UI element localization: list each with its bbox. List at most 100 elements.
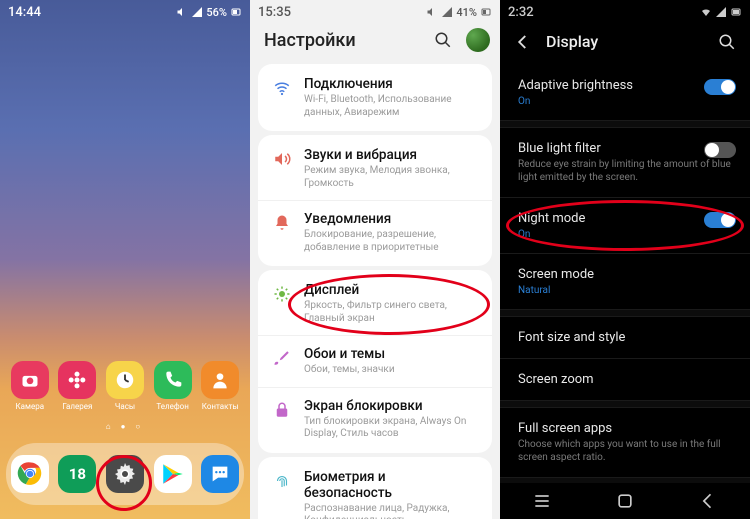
display-item[interactable]: Blue light filterReduce eye strain by li… — [500, 128, 750, 197]
page-title: Display — [546, 32, 704, 51]
clock-text: 14:44 — [8, 5, 41, 20]
item-subtitle: Choose which apps you want to use in the… — [518, 439, 734, 464]
toggle-switch[interactable] — [704, 212, 736, 228]
display-item[interactable]: Font size and style — [500, 317, 750, 358]
settings-card: Подключения Wi-Fi, Bluetooth, Использован… — [258, 64, 492, 131]
display-header: Display — [500, 22, 750, 65]
lock-icon — [272, 400, 292, 420]
app-person[interactable]: Контакты — [197, 361, 243, 411]
back-icon[interactable] — [698, 491, 718, 511]
separator — [500, 309, 750, 317]
finger-icon — [272, 471, 292, 491]
settings-row-brush[interactable]: Обои и темыОбои, темы, значки — [258, 335, 492, 387]
battery-icon — [230, 6, 242, 18]
battery-icon — [730, 6, 742, 18]
settings-screen: 15:35 41% Настройки Подключения Wi-Fi, Bl… — [250, 0, 500, 519]
app-label: Телефон — [156, 402, 188, 411]
row-subtitle: Распознавание лица, Радужка, Конфиденциа… — [304, 503, 476, 519]
signal-icon — [191, 6, 203, 18]
status-icons: 56% — [176, 6, 242, 19]
settings-card: Биометрия и безопасность Распознавание ли… — [258, 457, 492, 519]
item-subtitle: Reduce eye strain by limiting the amount… — [518, 159, 734, 184]
row-subtitle: Wi-Fi, Bluetooth, Использование данных, … — [304, 94, 476, 119]
search-icon[interactable] — [434, 31, 452, 49]
page-dots: ⌂ ● ○ — [0, 422, 250, 431]
mute-icon — [426, 6, 438, 18]
status-icons — [700, 6, 742, 18]
back-button[interactable] — [514, 33, 532, 51]
toggle-switch[interactable] — [704, 79, 736, 95]
display-item[interactable]: Full screen appsChoose which apps you wa… — [500, 408, 750, 477]
item-value: Natural — [518, 285, 734, 296]
bell-icon — [272, 213, 292, 233]
settings-card: ДисплейЯркость, Фильтр синего света, Гла… — [258, 270, 492, 453]
clock-text: 2:32 — [508, 5, 534, 20]
settings-row-bell[interactable]: Уведомления Блокирование, разрешение, доб… — [258, 200, 492, 264]
battery-text: 56% — [206, 6, 227, 19]
toggle-switch[interactable] — [704, 142, 736, 158]
app-label: Контакты — [202, 402, 239, 411]
item-title: Screen mode — [518, 267, 734, 282]
settings-row-finger[interactable]: Биометрия и безопасность Распознавание ли… — [258, 459, 492, 519]
display-item[interactable]: Screen mode Natural — [500, 253, 750, 309]
recents-icon[interactable] — [532, 491, 552, 511]
status-bar: 2:32 — [500, 0, 750, 22]
page-title: Настройки — [264, 30, 356, 51]
dock-play[interactable] — [150, 455, 196, 493]
signal-icon — [441, 6, 453, 18]
chevron-left-icon — [514, 33, 532, 51]
item-value: On — [518, 96, 734, 107]
row-title: Биометрия и безопасность — [304, 469, 476, 501]
row-title: Дисплей — [304, 282, 476, 298]
settings-row-wifi[interactable]: Подключения Wi-Fi, Bluetooth, Использован… — [258, 66, 492, 129]
display-item[interactable]: Screen zoom — [500, 358, 750, 400]
status-icons: 41% — [426, 6, 492, 19]
sun-icon — [272, 284, 292, 304]
item-title: Adaptive brightness — [518, 78, 734, 93]
item-value: On — [518, 229, 734, 240]
status-bar: 15:35 41% — [250, 0, 500, 22]
app-clock[interactable]: Часы — [102, 361, 148, 411]
dock-chrome[interactable] — [7, 455, 53, 493]
app-flower[interactable]: Галерея — [54, 361, 100, 411]
separator — [500, 400, 750, 408]
avatar[interactable] — [466, 28, 490, 52]
row-title: Подключения — [304, 76, 476, 92]
home-screen: 14:44 56% Камера ГалереяЧасы Телефон Контак… — [0, 0, 250, 519]
signal-icon — [715, 6, 727, 18]
sound-icon — [272, 149, 292, 169]
settings-header: Настройки — [250, 22, 500, 60]
display-item[interactable]: Adaptive brightness On — [500, 65, 750, 120]
app-phone[interactable]: Телефон — [150, 361, 196, 411]
app-row: Камера ГалереяЧасы Телефон Контакты — [0, 361, 250, 411]
app-label: Камера — [16, 402, 45, 411]
item-title: Night mode — [518, 211, 734, 226]
row-title: Уведомления — [304, 211, 476, 227]
wifi-icon — [272, 78, 292, 98]
dock-calendar[interactable]: 18 — [54, 455, 100, 493]
search-icon[interactable] — [718, 33, 736, 51]
settings-row-sun[interactable]: ДисплейЯркость, Фильтр синего света, Гла… — [258, 272, 492, 335]
settings-card: Звуки и вибрацияРежим звука, Мелодия зво… — [258, 135, 492, 266]
home-icon[interactable] — [615, 491, 635, 511]
mute-icon — [176, 6, 188, 18]
dock: 18 — [6, 443, 244, 505]
nav-bar — [500, 483, 750, 519]
dock-gear[interactable] — [102, 455, 148, 493]
separator — [500, 120, 750, 128]
dock-message[interactable] — [197, 455, 243, 493]
battery-icon — [480, 6, 492, 18]
row-subtitle: Обои, темы, значки — [304, 364, 476, 377]
row-subtitle: Блокирование, разрешение, добавление в п… — [304, 229, 476, 254]
battery-text: 41% — [456, 6, 477, 19]
clock-text: 15:35 — [258, 5, 291, 20]
settings-list: Подключения Wi-Fi, Bluetooth, Использован… — [250, 64, 500, 519]
display-list: Adaptive brightness On Blue light filterRe… — [500, 65, 750, 519]
display-item[interactable]: Night mode On — [500, 197, 750, 253]
app-camera[interactable]: Камера — [7, 361, 53, 411]
row-title: Экран блокировки — [304, 398, 476, 414]
brush-icon — [272, 348, 292, 368]
settings-row-sound[interactable]: Звуки и вибрацияРежим звука, Мелодия зво… — [258, 137, 492, 200]
settings-row-lock[interactable]: Экран блокировкиТип блокировки экрана, A… — [258, 387, 492, 451]
status-bar: 14:44 56% — [0, 0, 250, 22]
